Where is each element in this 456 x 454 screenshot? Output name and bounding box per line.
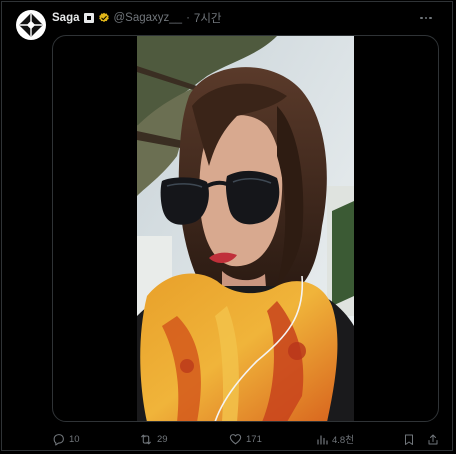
share-button[interactable] bbox=[427, 430, 439, 448]
tweet-actions: 10 29 171 4.8천 bbox=[52, 430, 444, 448]
more-icon[interactable] bbox=[418, 11, 434, 25]
repost-icon bbox=[141, 434, 151, 444]
tweet-photo bbox=[137, 36, 354, 421]
saga-logo-icon bbox=[18, 12, 44, 38]
tweet-timestamp[interactable]: 7시간 bbox=[194, 10, 222, 26]
reply-count: 10 bbox=[69, 433, 80, 445]
tweet-media[interactable] bbox=[52, 35, 439, 422]
share-icon bbox=[428, 434, 438, 444]
like-button[interactable]: 171 bbox=[229, 430, 262, 448]
views-count: 4.8천 bbox=[332, 435, 354, 446]
flag-badge-icon bbox=[83, 13, 94, 23]
repost-count: 29 bbox=[157, 433, 168, 445]
tweet-header: Saga @Sagaxyz__ · 7시간 bbox=[52, 10, 221, 26]
author-name[interactable]: Saga bbox=[52, 12, 80, 24]
repost-button[interactable]: 29 bbox=[139, 430, 168, 448]
avatar[interactable] bbox=[16, 10, 46, 40]
author-handle[interactable]: @Sagaxyz__ bbox=[114, 12, 183, 24]
reply-button[interactable]: 10 bbox=[52, 430, 80, 448]
verified-badge-icon bbox=[98, 12, 109, 22]
reply-icon bbox=[53, 433, 64, 445]
separator-dot: · bbox=[186, 12, 190, 24]
heart-icon bbox=[229, 433, 242, 444]
tweet-card: Saga @Sagaxyz__ · 7시간 10 29 171 4.8천 bbox=[1, 1, 453, 451]
bookmark-icon bbox=[405, 434, 413, 445]
like-count: 171 bbox=[246, 433, 262, 445]
bookmark-button[interactable] bbox=[403, 430, 415, 448]
views-icon bbox=[317, 434, 328, 445]
views-button[interactable]: 4.8천 bbox=[316, 430, 354, 448]
